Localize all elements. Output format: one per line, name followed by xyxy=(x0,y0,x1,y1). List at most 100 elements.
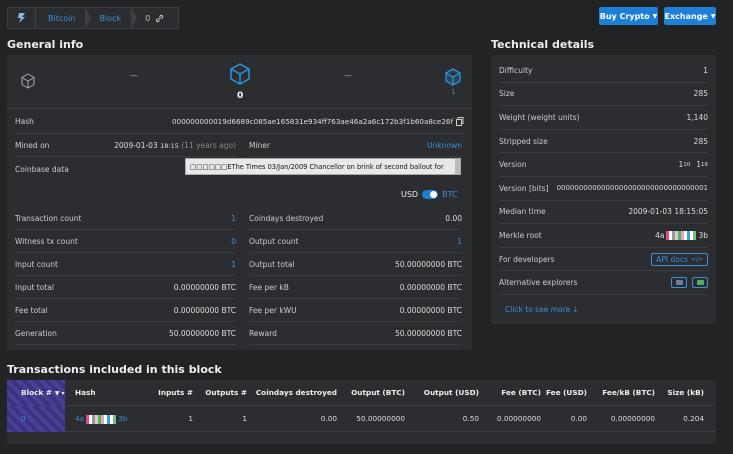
tx-cell-text: 0.00000000 xyxy=(496,414,541,423)
cube-active-icon xyxy=(230,63,250,85)
tx-header-outputs[interactable]: Outputs # xyxy=(197,380,247,406)
stat-label: Transaction count xyxy=(15,213,82,223)
tx-cell-text: 50.00000000 xyxy=(356,414,405,423)
stat-label: Coindays destroyed xyxy=(249,213,324,223)
tx-header-inputs[interactable]: Inputs # xyxy=(147,380,193,406)
explorer-a-button[interactable] xyxy=(671,277,687,289)
sort-desc-icon[interactable]: ▼ xyxy=(55,390,60,397)
stat-row-fee-per-kwu: Fee per kWU 0.00000000 BTC xyxy=(249,299,462,322)
breadcrumb-block[interactable]: Block xyxy=(85,7,137,29)
tx-cell-text: 0.50 xyxy=(462,414,479,423)
breadcrumb-bitcoin[interactable]: Bitcoin xyxy=(36,7,92,29)
buy-crypto-button[interactable]: Buy Crypto ▼ xyxy=(599,7,658,25)
caret-down-icon: ▼ xyxy=(652,12,658,20)
tx-hash-visual xyxy=(86,414,117,424)
tech-value-text: 1,140 xyxy=(686,112,708,122)
filter-icon[interactable]: ▾ xyxy=(62,390,65,397)
exchange-button[interactable]: Exchange ▼ xyxy=(664,7,716,25)
cube-next-icon[interactable] xyxy=(445,68,461,86)
toggle-btc[interactable]: BTC xyxy=(442,190,458,199)
stat-row-transaction-count: Transaction count 1 xyxy=(15,207,236,230)
merkle-end: 3b xyxy=(698,230,708,240)
version-b-base: 16 xyxy=(701,161,708,168)
tech-value[interactable]: 4a 3b xyxy=(655,230,708,240)
stat-row-witness-tx-count: Witness tx count 0 xyxy=(15,230,236,253)
link-icon[interactable] xyxy=(155,14,164,23)
hash-pixel xyxy=(113,414,117,424)
stat-row-coindays-destroyed: Coindays destroyed 0.00 xyxy=(249,207,462,230)
currency-toggle[interactable]: USD BTC xyxy=(401,190,458,199)
tx-table: Block # ▼ ▾ Hash Inputs # Outputs # Coindays d… xyxy=(7,380,716,432)
hash-row: Hash 000000000019d6689c085ae165831e934ff… xyxy=(15,109,464,134)
tech-value-text: 2009-01-03 18:15:05 xyxy=(628,207,708,217)
stat-value: 50.00000000 BTC xyxy=(168,328,236,338)
toggle-switch[interactable] xyxy=(422,190,439,199)
tx-header-output-btc[interactable]: Output (BTC) xyxy=(341,380,405,406)
transactions-panel: Block # ▼ ▾ Hash Inputs # Outputs # Coindays d… xyxy=(7,380,716,444)
tx-header-label: Output (USD) xyxy=(423,388,479,397)
stat-row-generation: Generation 50.00000000 BTC xyxy=(15,322,236,345)
tx-header-label: Inputs # xyxy=(158,388,193,397)
stat-value: 0.00000000 BTC xyxy=(399,305,462,315)
stat-value[interactable]: 1 xyxy=(231,260,236,269)
tech-value: 285 xyxy=(694,137,708,146)
stat-value: 50.00000000 BTC xyxy=(394,259,462,269)
stat-value: 0.00000000 BTC xyxy=(173,282,236,292)
tech-label: Weight (weight units) xyxy=(499,112,580,122)
next-count[interactable]: 1 xyxy=(451,88,455,96)
arrow-down-icon: ↓ xyxy=(572,305,579,314)
mined-time: 18:15 xyxy=(160,141,179,150)
tx-cell-hash[interactable]: 4a 3b xyxy=(75,406,145,432)
tx-header-fee-usd[interactable]: Fee (USD) xyxy=(545,380,587,406)
api-docs-button[interactable]: API docs </> xyxy=(651,252,708,266)
tx-header-size-kb[interactable]: Size (kB) xyxy=(659,380,704,406)
hash-label: Hash xyxy=(15,116,34,126)
stat-value[interactable]: 1 xyxy=(457,237,462,246)
stat-label: Fee total xyxy=(15,305,48,315)
api-docs-label: API docs xyxy=(656,254,688,264)
tx-cell-block[interactable]: 0 xyxy=(7,406,65,432)
mined-date: 2009-01-03 xyxy=(114,140,158,150)
coinbase-field[interactable]: □□□□□□EThe Times 03/Jan/2009 Chancellor … xyxy=(185,158,461,175)
tx-header-fee-btc[interactable]: Fee (BTC) xyxy=(483,380,541,406)
explorer-b-button[interactable] xyxy=(692,277,708,289)
tx-header-output-usd[interactable]: Output (USD) xyxy=(409,380,479,406)
tx-cell-text: 1 xyxy=(188,414,193,423)
see-more-link[interactable]: Click to see more ↓ xyxy=(505,305,579,314)
tx-cell-text: 0.00000000 xyxy=(610,414,655,423)
tx-header-label: Output (BTC) xyxy=(351,388,405,397)
miner-value[interactable]: Unknown xyxy=(427,141,462,150)
stat-value: 50.00000000 BTC xyxy=(394,328,462,338)
tx-cell-text: 1 xyxy=(242,414,247,423)
tx-cell-outputs: 1 xyxy=(197,406,247,432)
toggle-usd[interactable]: USD xyxy=(401,190,418,199)
tx-cell-size: 0.204 xyxy=(659,406,704,432)
tx-header-label: Block # xyxy=(21,388,52,397)
copy-icon[interactable] xyxy=(456,116,464,126)
tx-header-block[interactable]: Block # ▼ ▾ xyxy=(7,380,65,406)
stat-value[interactable]: 0 xyxy=(231,237,236,246)
tech-label: Difficulty xyxy=(499,65,533,75)
mined-ago: (11 years ago) xyxy=(181,140,236,150)
tech-row-size: Size 285 xyxy=(499,83,708,107)
next-dash: — xyxy=(344,71,352,80)
tx-header-label: Fee (USD) xyxy=(545,388,587,397)
mined-on-row: Mined on 2009-01-03 18:15 (11 years ago) xyxy=(15,134,236,157)
tx-hash-start: 4a xyxy=(75,414,85,423)
hash-value[interactable]: 000000000019d6689c085ae165831e934ff763ae… xyxy=(172,117,453,126)
stat-value: 0.00 xyxy=(445,213,462,223)
tx-header-coindays-destroyed[interactable]: Coindays destroyed xyxy=(251,380,337,406)
tx-header-label: Size (kB) xyxy=(667,388,704,397)
merkle-hash-visual xyxy=(666,230,697,240)
logo-icon[interactable] xyxy=(8,8,36,28)
block-height: 0 xyxy=(237,91,244,101)
scrollbar[interactable] xyxy=(455,159,460,174)
miner-label: Miner xyxy=(249,140,271,150)
tx-header-hash[interactable]: Hash xyxy=(75,380,145,406)
hash-value-wrap: 000000000019d6689c085ae165831e934ff763ae… xyxy=(172,116,464,126)
technical-details-title: Technical details xyxy=(491,38,595,51)
tx-cell-coindays: 0.00 xyxy=(251,406,337,432)
cube-outline-icon[interactable] xyxy=(21,73,35,89)
stat-value[interactable]: 1 xyxy=(231,214,236,223)
tx-header-fee-kb-btc[interactable]: Fee/kB (BTC) xyxy=(591,380,655,406)
